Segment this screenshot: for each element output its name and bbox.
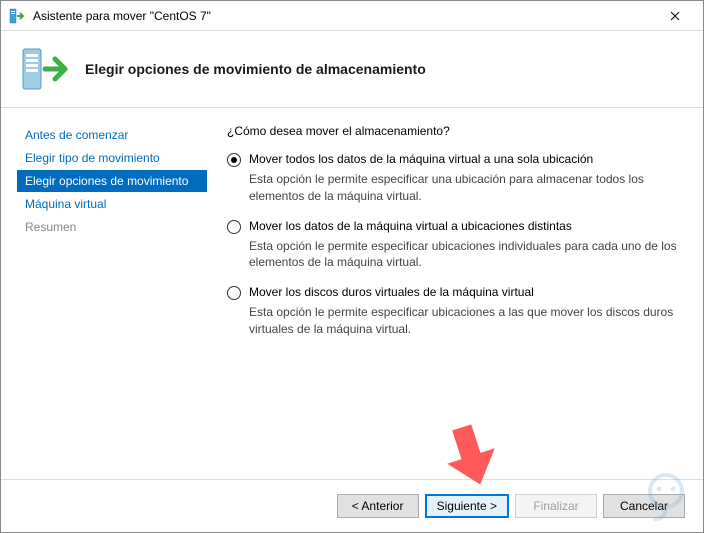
- app-icon: [9, 8, 25, 24]
- option-description: Esta opción le permite especificar ubica…: [249, 238, 679, 272]
- sidebar: Antes de comenzar Elegir tipo de movimie…: [17, 124, 207, 479]
- finish-button: Finalizar: [515, 494, 597, 518]
- option-label: Mover los discos duros virtuales de la m…: [249, 285, 534, 299]
- close-button[interactable]: [655, 2, 695, 30]
- header-icon: [21, 45, 69, 93]
- content-area: ¿Cómo desea mover el almacenamiento? Mov…: [219, 124, 687, 479]
- option-description: Esta opción le permite especificar ubica…: [249, 304, 679, 338]
- option-label: Mover los datos de la máquina virtual a …: [249, 219, 572, 233]
- wizard-window: Asistente para mover "CentOS 7" Elegir o…: [0, 0, 704, 533]
- sidebar-item-virtual-machine[interactable]: Máquina virtual: [17, 193, 207, 215]
- cancel-button[interactable]: Cancelar: [603, 494, 685, 518]
- sidebar-item-move-type[interactable]: Elegir tipo de movimiento: [17, 147, 207, 169]
- window-title: Asistente para mover "CentOS 7": [33, 9, 655, 23]
- sidebar-item-move-options[interactable]: Elegir opciones de movimiento: [17, 170, 207, 192]
- page-title: Elegir opciones de movimiento de almacen…: [85, 61, 426, 77]
- wizard-body: Antes de comenzar Elegir tipo de movimie…: [1, 108, 703, 479]
- option-description: Esta opción le permite especificar una u…: [249, 171, 679, 205]
- radio-different-locations[interactable]: [227, 220, 241, 234]
- option-different-locations: Mover los datos de la máquina virtual a …: [227, 219, 679, 272]
- radio-virtual-disks[interactable]: [227, 286, 241, 300]
- next-button[interactable]: Siguiente >: [425, 494, 509, 518]
- sidebar-item-before-start[interactable]: Antes de comenzar: [17, 124, 207, 146]
- radio-single-location[interactable]: [227, 153, 241, 167]
- titlebar: Asistente para mover "CentOS 7": [1, 1, 703, 31]
- wizard-header: Elegir opciones de movimiento de almacen…: [1, 31, 703, 108]
- option-label: Mover todos los datos de la máquina virt…: [249, 152, 593, 166]
- option-virtual-disks: Mover los discos duros virtuales de la m…: [227, 285, 679, 338]
- wizard-footer: < Anterior Siguiente > Finalizar Cancela…: [1, 479, 703, 532]
- question-label: ¿Cómo desea mover el almacenamiento?: [227, 124, 679, 138]
- sidebar-item-summary: Resumen: [17, 216, 207, 238]
- option-single-location: Mover todos los datos de la máquina virt…: [227, 152, 679, 205]
- previous-button[interactable]: < Anterior: [337, 494, 419, 518]
